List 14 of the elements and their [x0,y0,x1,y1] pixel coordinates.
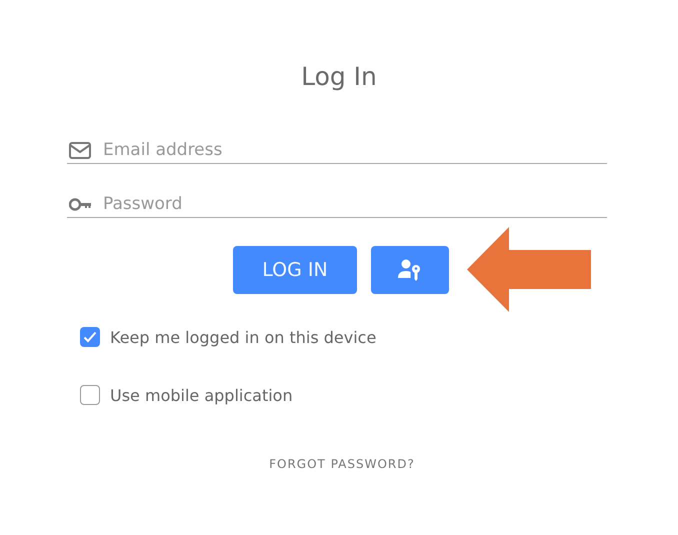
page-title: Log In [301,62,377,91]
checkmark-icon [83,331,97,343]
password-field[interactable]: Password [67,194,607,218]
checkbox[interactable] [80,327,100,347]
log-in-button[interactable]: LOG IN [233,246,357,294]
checkbox-label: Keep me logged in on this device [110,328,376,346]
email-field[interactable]: Email address [67,140,607,164]
checkbox-label: Use mobile application [110,386,293,404]
user-key-button[interactable] [371,246,449,294]
forgot-password-link[interactable]: FORGOT PASSWORD? [259,457,415,471]
user-key-icon [398,259,422,281]
mail-icon [69,142,91,159]
key-icon [69,196,91,213]
checkbox[interactable] [80,385,100,405]
